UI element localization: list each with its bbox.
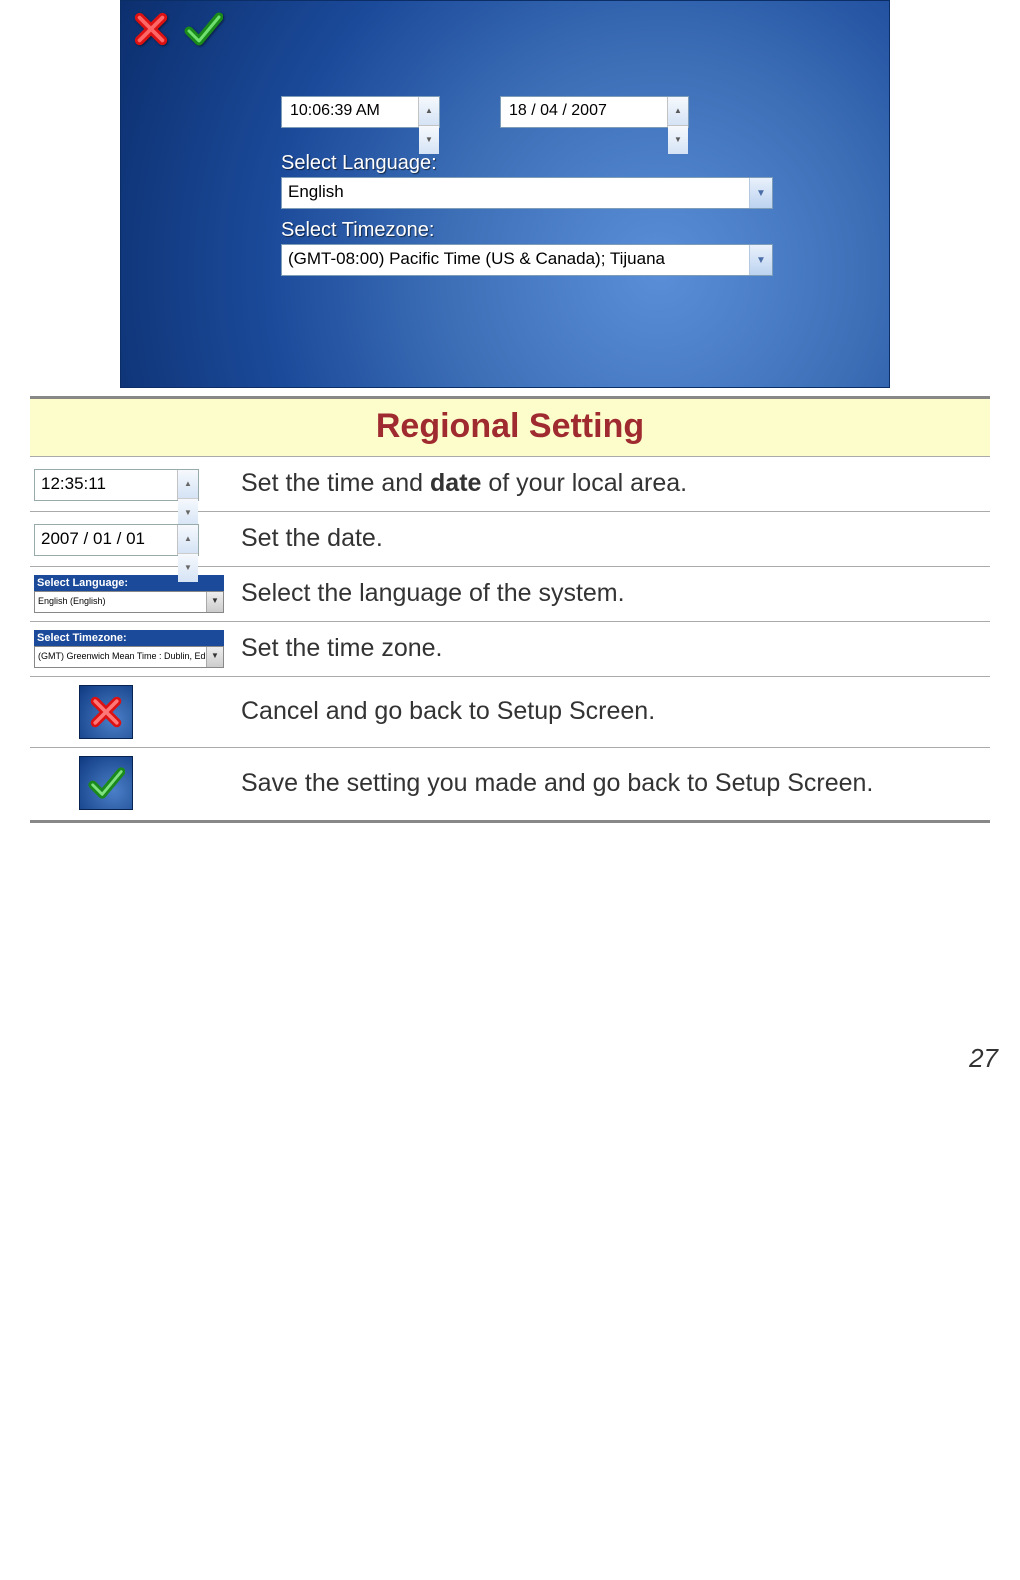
row-desc: Set the date. [233,511,990,566]
regional-setting-table: Regional Setting 12:35:11 ▲▼ Set the tim… [30,396,990,823]
chevron-down-icon[interactable]: ▼ [749,178,772,208]
regional-setting-screenshot: 10:06:39 AM ▲▼ 18 / 04 / 2007 ▲▼ Select … [120,0,890,388]
cancel-icon [79,685,133,739]
spinner-arrows[interactable]: ▲▼ [667,97,688,127]
language-label: Select Language: [281,152,791,175]
row-desc: Save the setting you made and go back to… [233,748,990,822]
language-value: English [282,178,749,208]
date-value: 18 / 04 / 2007 [501,97,667,127]
time-value: 10:06:39 AM [282,97,418,127]
row-desc: Set the time and date of your local area… [233,457,990,512]
timezone-label: Select Timezone: [281,219,791,242]
row-desc: Set the time zone. [233,621,990,676]
cancel-icon[interactable] [129,7,173,51]
timezone-value: (GMT-08:00) Pacific Time (US & Canada); … [282,245,749,275]
confirm-icon [79,756,133,810]
language-combo[interactable]: English ▼ [281,177,773,209]
time-spinner[interactable]: 10:06:39 AM ▲▼ [281,96,440,128]
table-row: 12:35:11 ▲▼ Set the time and date of you… [30,457,990,512]
date-spinner[interactable]: 18 / 04 / 2007 ▲▼ [500,96,689,128]
timezone-combo[interactable]: (GMT-08:00) Pacific Time (US & Canada); … [281,244,773,276]
timezone-combo-thumb: Select Timezone: (GMT) Greenwich Mean Ti… [34,630,224,668]
time-spinner-thumb: 12:35:11 ▲▼ [34,469,199,501]
chevron-down-icon[interactable]: ▼ [749,245,772,275]
row-desc: Select the language of the system. [233,566,990,621]
table-row: Cancel and go back to Setup Screen. [30,676,990,748]
date-spinner-thumb: 2007 / 01 / 01 ▲▼ [34,524,199,556]
table-row: Select Language: English (English) ▼ Sel… [30,566,990,621]
table-row: 2007 / 01 / 01 ▲▼ Set the date. [30,511,990,566]
page-number: 27 [0,863,1020,1074]
table-row: Select Timezone: (GMT) Greenwich Mean Ti… [30,621,990,676]
confirm-icon[interactable] [181,7,225,51]
table-title: Regional Setting [30,398,990,457]
spinner-arrows[interactable]: ▲▼ [418,97,439,127]
row-desc: Cancel and go back to Setup Screen. [233,676,990,748]
table-row: Save the setting you made and go back to… [30,748,990,822]
